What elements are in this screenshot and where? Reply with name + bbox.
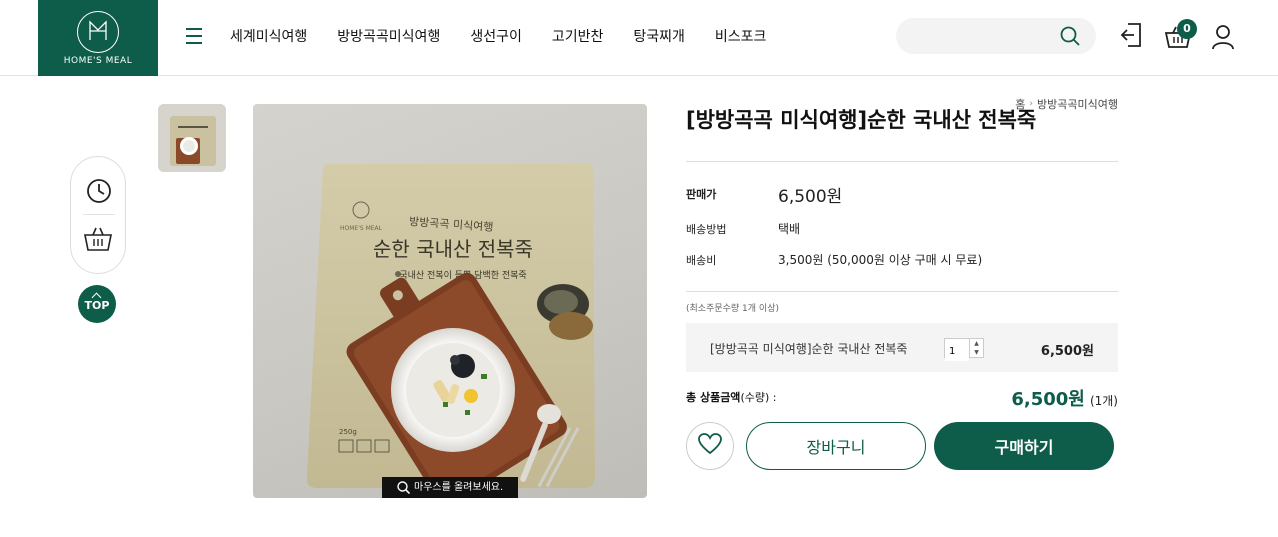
scroll-top-button[interactable]: TOP <box>78 285 116 323</box>
package-name: 순한 국내산 전복죽 <box>373 237 533 261</box>
divider <box>686 161 1118 162</box>
search-icon[interactable] <box>1060 26 1080 50</box>
total-price: 6,500원 <box>1011 389 1085 410</box>
shipping-fee-label: 배송비 <box>686 254 717 267</box>
option-name: [방방곡곡 미식여행]순한 국내산 전복죽 <box>710 342 908 356</box>
cart-count-badge: 0 <box>1177 19 1197 39</box>
qty-down-icon[interactable]: ▼ <box>970 348 983 357</box>
total-amount: 6,500원 (1개) <box>1011 385 1118 411</box>
option-price: 6,500원 <box>1040 344 1094 359</box>
total-label-text: 총 상품금액 <box>686 391 741 404</box>
login-icon[interactable] <box>1120 22 1142 52</box>
site-header: HOME'S MEAL 세계미식여행 방방곡곡미식여행 생선구이 고기반찬 탕국… <box>0 0 1278 76</box>
package-weight: 250g <box>339 428 357 436</box>
zoom-hint-text: 마우스를 올려보세요. <box>414 482 504 493</box>
nav-item-soup-stew[interactable]: 탕국찌개 <box>633 26 685 46</box>
nav-item-grilled-fish[interactable]: 생선구이 <box>470 26 522 46</box>
product-title: [방방곡곡 미식여행]순한 국내산 전복죽 <box>686 108 1037 132</box>
magnifier-icon <box>397 481 411 502</box>
wishlist-button[interactable] <box>686 422 734 470</box>
shipping-method-value: 택배 <box>778 222 801 236</box>
heart-icon <box>698 433 722 459</box>
total-label: 총 상품금액(수량) : <box>686 389 776 405</box>
logo-mark <box>77 10 119 53</box>
price-label: 판매가 <box>686 188 717 201</box>
nav-item-meat-side[interactable]: 고기반찬 <box>552 26 604 46</box>
product-main-image[interactable]: HOME'S MEAL 방방곡곡 미식여행 순한 국내산 전복죽 국내산 전복이… <box>253 104 647 498</box>
selected-option-row: [방방곡곡 미식여행]순한 국내산 전복죽 ▲ ▼ 6,500원 <box>686 323 1118 372</box>
shipping-fee-value: 3,500원 (50,000원 이상 구매 시 무료) <box>778 253 983 267</box>
breadcrumb-category[interactable]: 방방곡곡미식여행 <box>1037 96 1118 112</box>
logo[interactable]: HOME'S MEAL <box>38 0 158 76</box>
nav-item-world-food[interactable]: 세계미식여행 <box>230 26 307 46</box>
total-label-sub: (수량) : <box>740 391 777 404</box>
search-box <box>896 18 1096 54</box>
quick-menu <box>70 156 126 274</box>
quantity-stepper: ▲ ▼ <box>944 338 984 361</box>
user-icon[interactable] <box>1211 24 1235 54</box>
total-count: (1개) <box>1089 394 1118 408</box>
min-order-note: (최소주문수량 1개 이상) <box>686 304 779 314</box>
add-to-cart-button[interactable]: 장바구니 <box>746 422 926 470</box>
zoom-hint: 마우스를 올려보세요. <box>382 477 518 498</box>
nav-item-korea-food[interactable]: 방방곡곡미식여행 <box>337 26 440 46</box>
main-nav: 세계미식여행 방방곡곡미식여행 생선구이 고기반찬 탕국찌개 비스포크 <box>230 26 796 46</box>
quantity-input[interactable] <box>945 342 969 361</box>
qty-up-icon[interactable]: ▲ <box>970 339 983 348</box>
recent-view-icon[interactable] <box>86 178 112 208</box>
buy-now-button[interactable]: 구매하기 <box>934 422 1114 470</box>
search-input[interactable] <box>896 18 1046 54</box>
divider <box>83 214 115 215</box>
logo-text: HOME'S MEAL <box>63 55 133 66</box>
nav-item-bespoke[interactable]: 비스포크 <box>715 26 767 46</box>
price-value: 6,500원 <box>778 187 843 207</box>
divider <box>686 291 1118 292</box>
menu-icon[interactable] <box>186 28 202 44</box>
product-thumbnail[interactable] <box>158 104 226 172</box>
shipping-method-label: 배송방법 <box>686 223 727 236</box>
quick-cart-icon[interactable] <box>84 226 112 256</box>
package-brand: HOME'S MEAL <box>340 225 383 232</box>
